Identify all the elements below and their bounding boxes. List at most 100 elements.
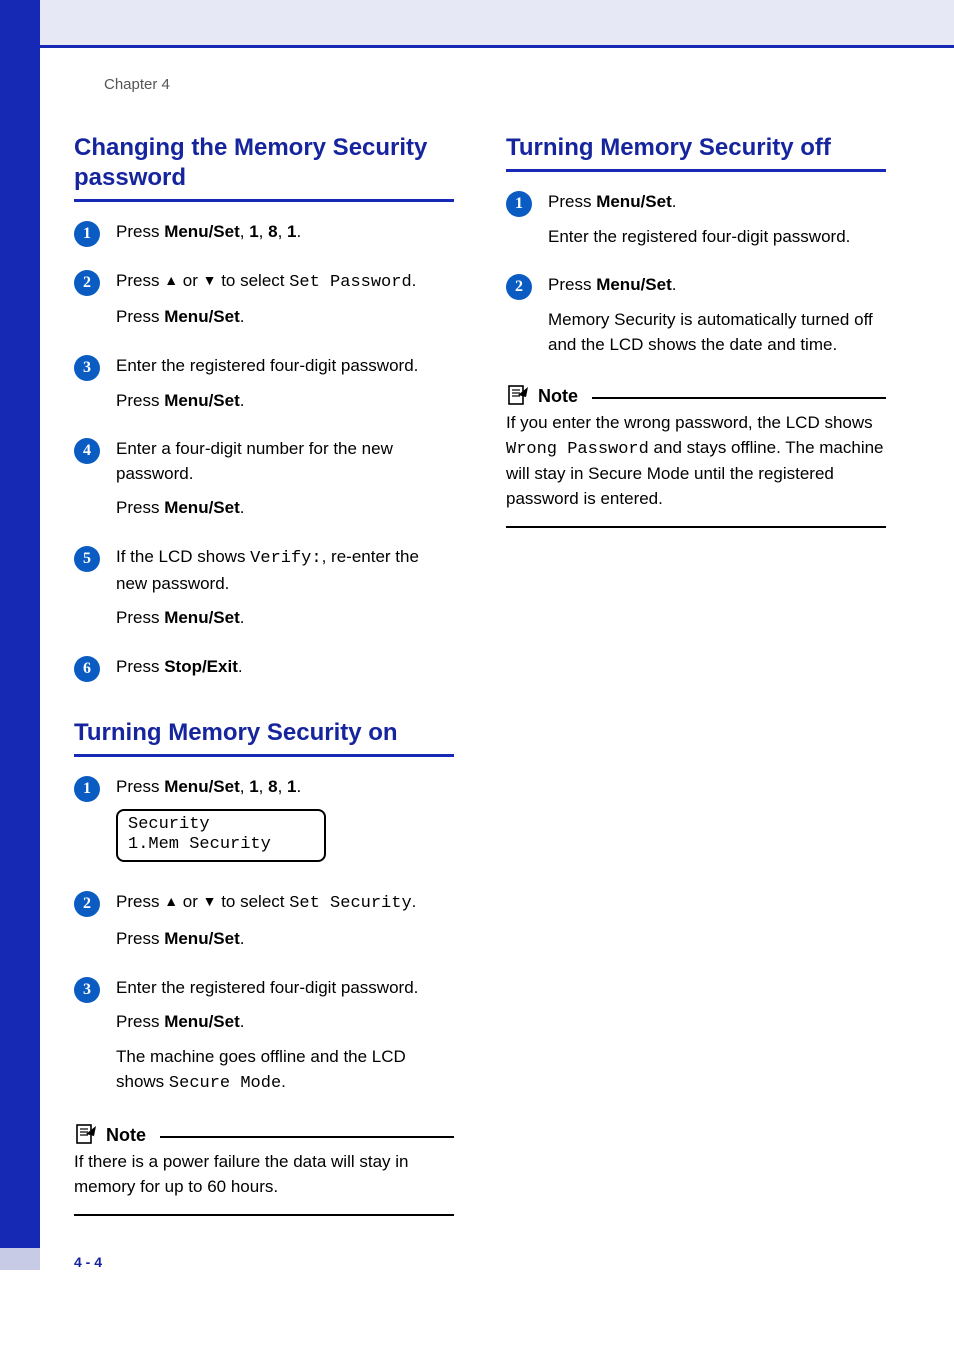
step-body: Press Stop/Exit. (116, 655, 454, 690)
t: . (412, 271, 417, 290)
note-icon (74, 1124, 98, 1146)
note-end-rule (506, 526, 886, 528)
t: Press (116, 222, 164, 241)
mono-text: Verify: (250, 549, 321, 568)
t: Menu/Set (596, 275, 672, 294)
t: Press (116, 307, 164, 326)
t: . (297, 222, 302, 241)
step-text: Press ▲ or ▼ to select Set Password. (116, 269, 454, 296)
step-body: Press Menu/Set. Memory Security is autom… (548, 273, 886, 367)
section-rule (74, 199, 454, 202)
step-5: 5 If the LCD shows Verify:, re-enter the… (74, 545, 454, 641)
t: Menu/Set (164, 777, 240, 796)
t: Press (548, 275, 596, 294)
step-2: 2 Press ▲ or ▼ to select Set Security. P… (74, 890, 454, 961)
section-rule (74, 754, 454, 757)
t: or (178, 271, 203, 290)
step-1: 1 Press Menu/Set, 1, 8, 1. Security 1.Me… (74, 775, 454, 877)
lcd-display: Security 1.Mem Security (116, 809, 326, 862)
mono-text: Set Security (289, 894, 411, 913)
step-text: Press Menu/Set. (116, 1010, 454, 1035)
section-rule (506, 169, 886, 172)
t: , (278, 222, 287, 241)
step-body: Press ▲ or ▼ to select Set Password. Pre… (116, 269, 454, 340)
step-text: Press Menu/Set. (548, 273, 886, 298)
t: , (259, 777, 268, 796)
t: Press (116, 929, 164, 948)
step-badge-1: 1 (74, 221, 100, 247)
step-text: Press Menu/Set. (116, 927, 454, 952)
t: Press (116, 498, 164, 517)
t: 1 (249, 222, 258, 241)
section-title-changing-password: Changing the Memory Security password (74, 133, 454, 193)
t: 8 (268, 777, 277, 796)
note-rule (592, 397, 886, 399)
note-header: Note (74, 1124, 454, 1146)
step-text: Memory Security is automatically turned … (548, 308, 886, 357)
section-title-turning-on: Turning Memory Security on (74, 718, 454, 748)
t: , (240, 222, 249, 241)
two-column-layout: Changing the Memory Security password 1 … (74, 133, 886, 1216)
t: If you enter the wrong password, the LCD… (506, 413, 873, 432)
step-badge-2: 2 (74, 270, 100, 296)
step-text: Press Menu/Set. (116, 389, 454, 414)
step-body: Enter the registered four-digit password… (116, 976, 454, 1107)
t: . (238, 657, 243, 676)
t: . (281, 1072, 286, 1091)
note-label: Note (106, 1125, 146, 1146)
page-side-bar (0, 0, 40, 1263)
step-badge-5: 5 (74, 546, 100, 572)
step-3: 3 Enter the registered four-digit passwo… (74, 976, 454, 1107)
t: Menu/Set (164, 222, 240, 241)
note-header: Note (506, 385, 886, 407)
t: Press (548, 192, 596, 211)
t: Press (116, 608, 164, 627)
step-text: Press Menu/Set, 1, 8, 1. (116, 775, 454, 800)
note-body: If you enter the wrong password, the LCD… (506, 411, 886, 512)
mono-text: Wrong Password (506, 440, 649, 459)
page-side-accent (0, 1248, 40, 1270)
t: 8 (268, 222, 277, 241)
step-text: Press Menu/Set. (116, 305, 454, 330)
step-1: 1 Press Menu/Set, 1, 8, 1. (74, 220, 454, 255)
t: to select (216, 271, 289, 290)
t: . (672, 275, 677, 294)
step-text: Enter the registered four-digit password… (116, 354, 454, 379)
t: Press (116, 892, 164, 911)
note-body: If there is a power failure the data wil… (74, 1150, 454, 1199)
step-text: If the LCD shows Verify:, re-enter the n… (116, 545, 454, 596)
t: . (240, 498, 245, 517)
left-column: Changing the Memory Security password 1 … (74, 133, 454, 1216)
step-badge-3: 3 (74, 977, 100, 1003)
t: Menu/Set (164, 307, 240, 326)
step-badge-3: 3 (74, 355, 100, 381)
t: Press (116, 271, 164, 290)
t: Press (116, 657, 164, 676)
right-column: Turning Memory Security off 1 Press Menu… (506, 133, 886, 1216)
t: . (672, 192, 677, 211)
step-text: Press Menu/Set. (116, 496, 454, 521)
arrow-up-icon: ▲ (164, 272, 178, 288)
note-label: Note (538, 386, 578, 407)
step-2: 2 Press ▲ or ▼ to select Set Password. P… (74, 269, 454, 340)
t: Press (116, 1012, 164, 1031)
step-2: 2 Press Menu/Set. Memory Security is aut… (506, 273, 886, 367)
t: Menu/Set (164, 929, 240, 948)
step-badge-6: 6 (74, 656, 100, 682)
step-4: 4 Enter a four-digit number for the new … (74, 437, 454, 531)
step-body: Enter the registered four-digit password… (116, 354, 454, 423)
t: . (240, 608, 245, 627)
arrow-down-icon: ▼ (203, 893, 217, 909)
step-badge-4: 4 (74, 438, 100, 464)
mono-text: Set Password (289, 273, 411, 292)
mono-text: Secure Mode (169, 1074, 281, 1093)
note-icon (506, 385, 530, 407)
step-body: Press Menu/Set. Enter the registered fou… (548, 190, 886, 259)
t: , (259, 222, 268, 241)
t: 1 (287, 222, 296, 241)
step-3: 3 Enter the registered four-digit passwo… (74, 354, 454, 423)
step-text: The machine goes offline and the LCD sho… (116, 1045, 454, 1096)
step-body: If the LCD shows Verify:, re-enter the n… (116, 545, 454, 641)
t: . (240, 307, 245, 326)
note-rule (160, 1136, 454, 1138)
